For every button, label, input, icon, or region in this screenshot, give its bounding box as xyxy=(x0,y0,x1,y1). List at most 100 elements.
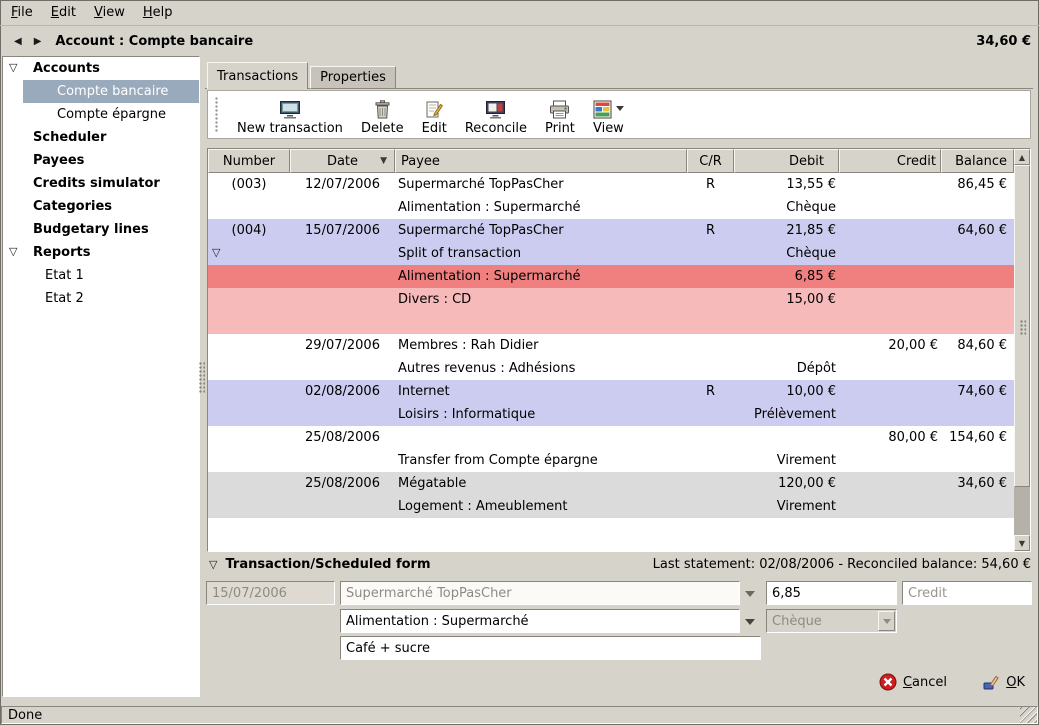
cell-credit: 20,00 € xyxy=(839,334,941,357)
ok-button[interactable]: OK xyxy=(976,669,1031,695)
form-expander-icon[interactable]: ▽ xyxy=(209,559,217,570)
sidebar-item-scheduler[interactable]: Scheduler xyxy=(3,126,199,149)
cell-balance xyxy=(941,357,1014,380)
navigation-sidebar: ▽ Accounts Compte bancaire Compte épargn… xyxy=(2,56,200,697)
sidebar-item-reports[interactable]: ▽ Reports xyxy=(3,241,199,264)
sidebar-item-compte-bancaire[interactable]: Compte bancaire xyxy=(23,80,199,103)
category-field[interactable] xyxy=(340,609,740,633)
transaction-row-selected[interactable]: ▽ Split of transaction Chèque xyxy=(208,242,1014,265)
cell-balance: 86,45 € xyxy=(941,173,1014,196)
transaction-row[interactable]: (003) 12/07/2006 Supermarché TopPasCher … xyxy=(208,173,1014,196)
cell-debit: 21,85 € xyxy=(734,219,839,242)
column-header-payee[interactable]: Payee xyxy=(395,149,687,173)
view-dropdown-arrow-icon[interactable] xyxy=(616,106,624,111)
toolbar-grip[interactable] xyxy=(215,97,219,133)
cell-date: 29/07/2006 xyxy=(290,334,395,357)
sidebar-item-label: Categories xyxy=(3,199,112,214)
transaction-row-archived[interactable]: 25/08/2006 Mégatable 120,00 € 34,60 € xyxy=(208,472,1014,495)
category-dropdown-arrow-icon[interactable] xyxy=(745,619,755,625)
cell-date xyxy=(290,196,395,219)
split-expander-icon[interactable]: ▽ xyxy=(212,247,220,258)
sidebar-item-etat-2[interactable]: Etat 2 xyxy=(3,287,199,310)
account-title: Account : Compte bancaire xyxy=(55,34,253,49)
cell-credit xyxy=(839,311,941,334)
split-row[interactable] xyxy=(208,311,1014,334)
cell-cr xyxy=(687,311,734,334)
transaction-row[interactable]: 25/08/2006 80,00 € 154,60 € xyxy=(208,426,1014,449)
cell-date xyxy=(290,357,395,380)
column-header-credit[interactable]: Credit xyxy=(839,149,941,173)
cell-balance: 34,60 € xyxy=(941,472,1014,495)
scroll-down-icon[interactable]: ▼ xyxy=(1014,535,1030,551)
transaction-row[interactable]: Transfer from Compte épargne Virement xyxy=(208,449,1014,472)
sidebar-item-categories[interactable]: Categories xyxy=(3,195,199,218)
credit-field[interactable] xyxy=(902,581,1032,605)
split-row[interactable]: Divers : CD 15,00 € xyxy=(208,288,1014,311)
cell-payee xyxy=(395,426,687,449)
sidebar-item-etat-1[interactable]: Etat 1 xyxy=(3,264,199,287)
transaction-row-pointed[interactable]: Loisirs : Informatique Prélèvement xyxy=(208,403,1014,426)
delete-button[interactable]: Delete xyxy=(352,92,413,138)
resize-grip[interactable] xyxy=(1020,707,1037,723)
transaction-row[interactable]: Alimentation : Supermarché Chèque xyxy=(208,196,1014,219)
pane-splitter[interactable] xyxy=(199,362,205,394)
menu-edit[interactable]: Edit xyxy=(42,2,85,23)
sidebar-item-payees[interactable]: Payees xyxy=(3,149,199,172)
previous-account-icon[interactable]: ◀ xyxy=(8,36,28,47)
scrollbar-trough[interactable] xyxy=(1014,165,1030,535)
cell-date: 02/08/2006 xyxy=(290,380,395,403)
reports-expander-icon[interactable]: ▽ xyxy=(9,246,17,257)
column-header-balance[interactable]: Balance xyxy=(941,149,1014,173)
reconcile-button[interactable]: Reconcile xyxy=(456,92,536,138)
transaction-row-pointed[interactable]: 02/08/2006 Internet R 10,00 € 74,60 € xyxy=(208,380,1014,403)
cell-number xyxy=(208,449,290,472)
scrollbar-thumb[interactable] xyxy=(1014,165,1030,487)
tool-label: Print xyxy=(545,121,575,136)
next-account-icon[interactable]: ▶ xyxy=(28,36,48,47)
split-row-selected[interactable]: Alimentation : Supermarché 6,85 € xyxy=(208,265,1014,288)
sidebar-item-accounts[interactable]: ▽ Accounts xyxy=(3,57,199,80)
menu-view[interactable]: View xyxy=(85,2,134,23)
payment-method-select: Chèque xyxy=(766,609,897,633)
column-label: C/R xyxy=(699,154,722,169)
transaction-row[interactable]: 29/07/2006 Membres : Rah Didier 20,00 € … xyxy=(208,334,1014,357)
cell-payee: Divers : CD xyxy=(395,288,687,311)
sidebar-item-compte-epargne[interactable]: Compte épargne xyxy=(3,103,199,126)
column-header-date[interactable]: Date▼ xyxy=(290,149,395,173)
accounts-expander-icon[interactable]: ▽ xyxy=(9,62,17,73)
view-button[interactable]: View xyxy=(584,92,633,138)
sidebar-item-budgetary-lines[interactable]: Budgetary lines xyxy=(3,218,199,241)
scroll-up-icon[interactable]: ▲ xyxy=(1014,149,1030,165)
status-text: Done xyxy=(8,708,42,723)
menu-file[interactable]: File xyxy=(2,2,42,23)
cell-cr xyxy=(687,334,734,357)
cell-debit: 10,00 € xyxy=(734,380,839,403)
cell-date xyxy=(290,495,395,518)
column-header-cr[interactable]: C/R xyxy=(687,149,734,173)
cell-number xyxy=(208,403,290,426)
cell-debit: Chèque xyxy=(734,196,839,219)
transaction-row-selected[interactable]: (004) 15/07/2006 Supermarché TopPasCher … xyxy=(208,219,1014,242)
print-button[interactable]: Print xyxy=(536,92,584,138)
cell-debit: 120,00 € xyxy=(734,472,839,495)
transaction-row-archived[interactable]: Logement : Ameublement Virement xyxy=(208,495,1014,518)
new-transaction-button[interactable]: New transaction xyxy=(228,92,352,138)
cell-payee: Supermarché TopPasCher xyxy=(395,219,687,242)
tab-transactions[interactable]: Transactions xyxy=(207,62,308,89)
transaction-row[interactable]: Autres revenus : Adhésions Dépôt xyxy=(208,357,1014,380)
cell-debit xyxy=(734,311,839,334)
cell-debit: Virement xyxy=(734,495,839,518)
cancel-button[interactable]: Cancel xyxy=(873,669,953,695)
menu-help[interactable]: Help xyxy=(134,2,182,23)
edit-icon xyxy=(426,99,443,119)
cell-cr xyxy=(687,449,734,472)
column-header-number[interactable]: Number xyxy=(208,149,290,173)
tab-properties[interactable]: Properties xyxy=(310,66,396,89)
column-label: Balance xyxy=(955,154,1007,169)
column-header-debit[interactable]: Debit xyxy=(734,149,839,173)
edit-button[interactable]: Edit xyxy=(413,92,456,138)
sidebar-item-label: Accounts xyxy=(3,61,100,76)
sidebar-item-credits-simulator[interactable]: Credits simulator xyxy=(3,172,199,195)
notes-field[interactable] xyxy=(340,636,761,660)
debit-field[interactable] xyxy=(766,581,897,605)
